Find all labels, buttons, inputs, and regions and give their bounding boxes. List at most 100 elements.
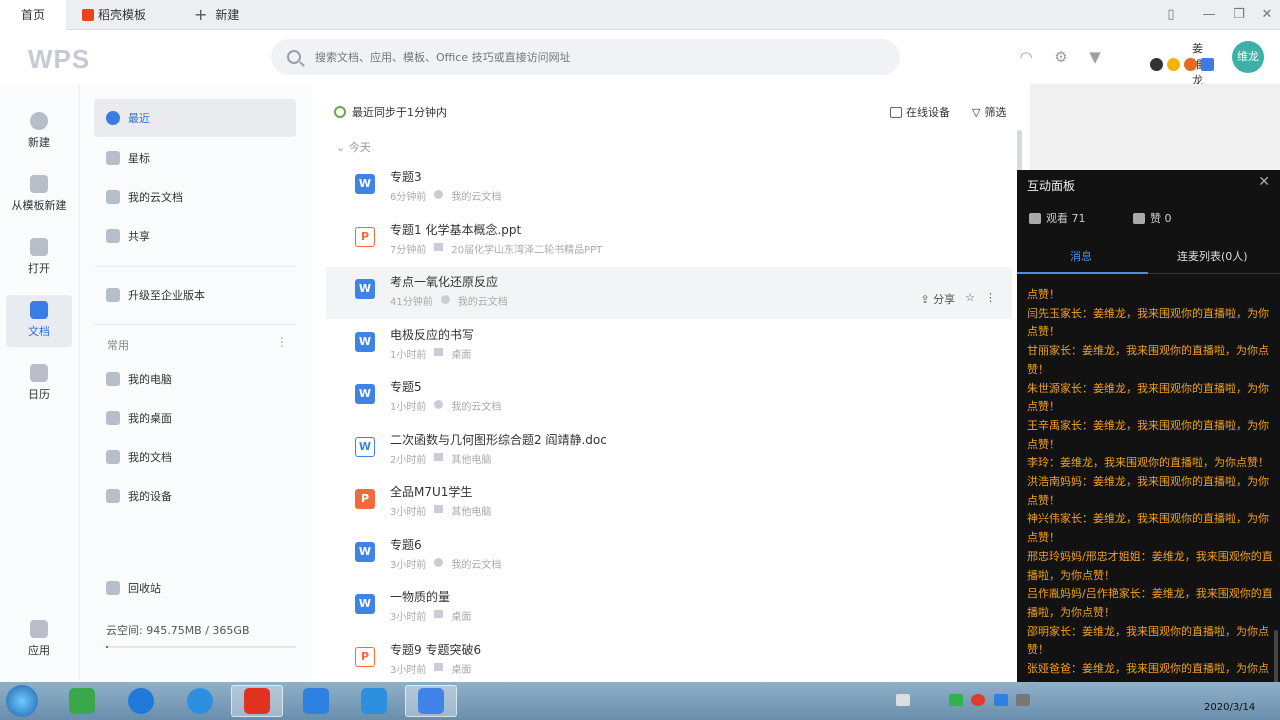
taskbar-wps[interactable]: [405, 685, 457, 717]
clock-icon: [106, 111, 120, 125]
taskbar-feishu[interactable]: [290, 685, 342, 717]
new-tab-button[interactable]: + 新建: [190, 0, 280, 30]
file-meta: 2小时前 其他电脑: [390, 451, 491, 466]
tab-home[interactable]: 首页: [0, 0, 66, 30]
file-location: 20届化学山东湾泽二轮书精品PPT: [451, 244, 603, 256]
avatar[interactable]: 维龙: [1232, 41, 1264, 73]
file-row[interactable]: P 全品M7U1学生 3小时前 其他电脑: [326, 477, 1012, 529]
level-badges: [1150, 58, 1214, 71]
tab-messages[interactable]: 消息: [1070, 248, 1092, 264]
rail-from-template[interactable]: 从模板新建: [6, 169, 72, 221]
file-row[interactable]: W 专题3 6分钟前 我的云文档: [326, 162, 1012, 214]
start-button[interactable]: [6, 685, 38, 717]
more-icon[interactable]: ⋮: [985, 291, 996, 307]
sidebar-item-my-computer[interactable]: 我的电脑: [94, 360, 296, 398]
file-meta: 6分钟前 我的云文档: [390, 188, 501, 203]
rail-open[interactable]: 打开: [6, 232, 72, 284]
online-devices-button[interactable]: 在线设备: [890, 104, 950, 120]
tray-icon[interactable]: [949, 694, 963, 706]
file-row[interactable]: W 考点一氧化还原反应 41分钟前 我的云文档 ⇪ 分享 ☆ ⋮: [326, 267, 1012, 319]
live-icon: [361, 688, 387, 714]
word-doc-icon: W: [355, 331, 375, 352]
close-window-icon[interactable]: ✕: [1252, 0, 1280, 30]
file-row[interactable]: P 专题1 化学基本概念.ppt 7分钟前 20届化学山东湾泽二轮书精品PPT: [326, 215, 1012, 267]
taskbar-app-red[interactable]: [231, 685, 283, 717]
tab-mic-list[interactable]: 连麦列表(0人): [1177, 248, 1248, 264]
sidebar-item-recent[interactable]: 最近: [94, 99, 296, 137]
file-row[interactable]: P 专题9 专题突破6 3小时前 桌面: [326, 635, 1012, 687]
sidebar-item-starred[interactable]: 星标: [94, 139, 296, 177]
sidebar-item-cloud[interactable]: 我的云文档: [94, 178, 296, 216]
group-today[interactable]: ⌄ 今天: [336, 139, 371, 155]
star-icon[interactable]: ☆: [965, 291, 975, 307]
storage-usage: 云空间: 945.75MB / 365GB: [106, 624, 250, 637]
keyboard-icon[interactable]: [896, 694, 910, 706]
like-count[interactable]: 赞 0: [1133, 210, 1172, 226]
tray-icon[interactable]: [994, 694, 1008, 706]
file-location: 我的云文档: [457, 297, 508, 308]
rail-new[interactable]: 新建: [6, 106, 72, 158]
restore-icon[interactable]: ❐: [1224, 0, 1254, 30]
filter-button[interactable]: ▽ 筛选: [972, 104, 1006, 120]
file-row[interactable]: W 电极反应的书写 1小时前 桌面: [326, 320, 1012, 372]
word-doc-icon: W: [355, 174, 375, 194]
clock: 2020/3/14: [1204, 702, 1256, 713]
calendar-icon: [30, 364, 48, 382]
minimize-icon[interactable]: —: [1194, 0, 1224, 30]
settings-icon[interactable]: ⚙: [1053, 49, 1069, 65]
search-input[interactable]: [315, 50, 875, 64]
sidebar-item-shared[interactable]: 共享: [94, 217, 296, 255]
location-icon: [434, 452, 444, 461]
scrollbar[interactable]: [1274, 630, 1278, 690]
close-icon[interactable]: ✕: [1258, 174, 1270, 190]
header: WPS ◠ ⚙ ▼ 姜维龙 维龙: [0, 30, 1264, 87]
sidebar-item-recycle[interactable]: 回收站: [94, 569, 296, 607]
file-name: 二次函数与几何图形综合题2 阎靖静.doc: [390, 432, 607, 447]
tray-icon[interactable]: [971, 694, 985, 706]
file-time: 1小时前: [390, 402, 427, 413]
presentation-icon: P: [355, 226, 375, 247]
file-row[interactable]: W 专题5 1小时前 我的云文档: [326, 372, 1012, 424]
file-time: 7分钟前: [390, 244, 427, 256]
file-time: 6分钟前: [390, 192, 427, 203]
search-bar[interactable]: [271, 39, 900, 75]
file-row[interactable]: W 一物质的量 3小时前 桌面: [326, 582, 1012, 634]
star-icon: [106, 151, 120, 165]
sidebar-item-my-devices[interactable]: 我的设备: [94, 477, 296, 515]
sidebar-item-my-documents[interactable]: 我的文档: [94, 438, 296, 476]
taskbar-ie[interactable]: [174, 685, 226, 717]
rail-apps[interactable]: 应用: [6, 614, 72, 666]
file-name: 全品M7U1学生: [390, 485, 473, 499]
tab-template[interactable]: 稻壳模板: [68, 0, 176, 30]
file-meta: 1小时前 桌面: [390, 346, 471, 361]
layout-icon[interactable]: ▯: [1156, 0, 1186, 30]
sidebar-item-my-desktop[interactable]: 我的桌面: [94, 399, 296, 437]
location-icon: [434, 400, 444, 409]
taskbar-kugou[interactable]: [115, 685, 167, 717]
rail-documents[interactable]: 文档: [6, 295, 72, 347]
document-icon: [30, 301, 48, 319]
more-icon[interactable]: ⋮: [276, 335, 288, 349]
sync-status: 最近同步于1分钟内: [334, 104, 447, 120]
file-row[interactable]: W 专题6 3小时前 我的云文档: [326, 530, 1012, 582]
location-icon: [434, 610, 444, 618]
file-time: 2小时前: [390, 454, 427, 466]
file-row[interactable]: W 二次函数与几何图形综合题2 阎靖静.doc 2小时前 其他电脑: [326, 425, 1012, 477]
taskbar-media-player[interactable]: [56, 685, 108, 717]
trash-icon: [106, 581, 120, 595]
skin-icon[interactable]: ▼: [1087, 49, 1103, 65]
headset-icon[interactable]: ◠: [1018, 49, 1034, 65]
tab-template-label: 稻壳模板: [98, 8, 147, 22]
share-button[interactable]: ⇪ 分享: [920, 291, 955, 307]
docer-icon: [82, 9, 94, 21]
file-location: 桌面: [451, 612, 472, 623]
upgrade-enterprise[interactable]: 升级至企业版本: [94, 276, 296, 314]
chat-message: 甘丽家长：姜维龙，我来围观你的直播啦，为你点赞！: [1027, 344, 1269, 376]
tray-icon[interactable]: [1016, 694, 1030, 706]
file-name: 专题5: [390, 380, 422, 394]
word-doc-icon: W: [355, 279, 375, 299]
file-meta: 7分钟前 20届化学山东湾泽二轮书精品PPT: [390, 241, 602, 256]
taskbar-live[interactable]: [348, 685, 400, 717]
rail-calendar[interactable]: 日历: [6, 358, 72, 410]
plus-circle-icon: [30, 112, 48, 130]
